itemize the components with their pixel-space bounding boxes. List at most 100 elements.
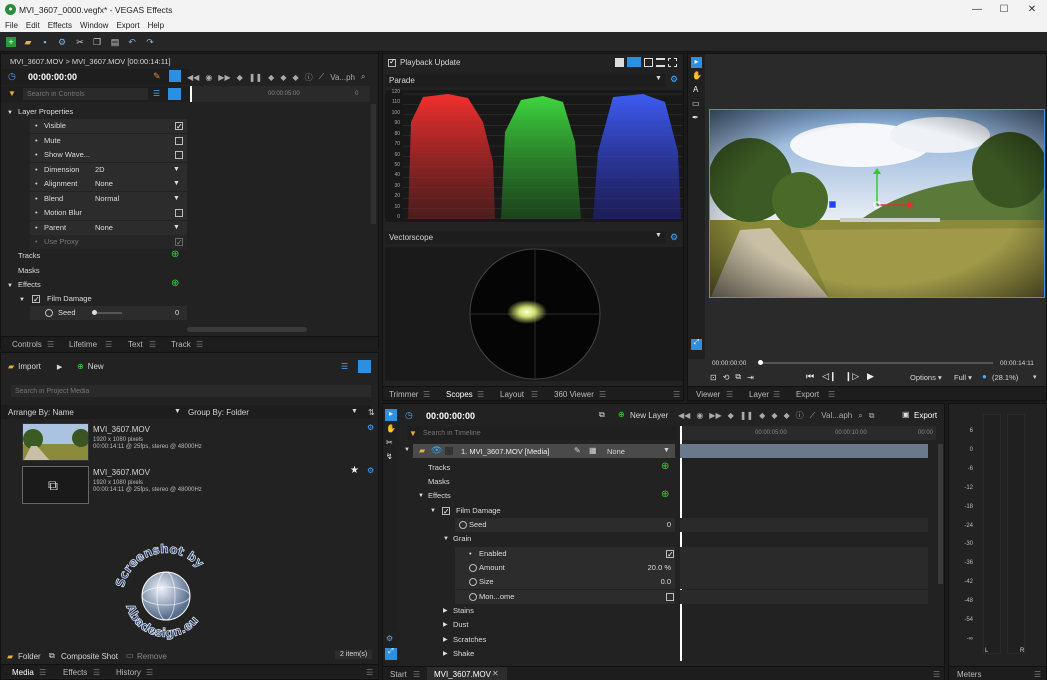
timeline-playhead[interactable] <box>680 426 682 661</box>
seed-keyframe-icon[interactable] <box>45 309 53 317</box>
expand-icon[interactable]: ▼ <box>443 532 449 546</box>
hand-tool-icon[interactable]: ✋ <box>386 424 396 433</box>
detail-view-icon[interactable] <box>358 360 371 373</box>
timeline-row-masks[interactable]: Masks <box>399 475 675 489</box>
chevron-down-icon[interactable]: ▼ <box>173 192 180 206</box>
zoom-chevron-icon[interactable]: ▾ <box>1033 373 1037 381</box>
select-tool-icon[interactable]: ▸ <box>691 57 702 68</box>
menu-edit[interactable]: Edit <box>26 21 40 30</box>
loop-icon[interactable]: ⟲ <box>723 373 730 382</box>
layer-fx-icon[interactable]: ▦ <box>589 446 597 455</box>
layer-row[interactable]: ▼ ▰ 👁 1. MVI_3607.MOV [Media] ✎ ▦ None ▼ <box>404 444 675 458</box>
layer-blend-select[interactable]: None <box>607 447 625 456</box>
parade-select[interactable]: Parade ▼ <box>385 74 665 87</box>
list-view-icon[interactable]: ☰ <box>341 362 348 371</box>
zoom-icon[interactable]: ⌕ <box>361 72 365 82</box>
media-item-settings-icon[interactable]: ⚙ <box>367 466 374 475</box>
play-icon[interactable]: ▶ <box>867 371 874 382</box>
timeline-row-seed[interactable]: Seed 0 <box>455 518 675 532</box>
open-folder-icon[interactable]: ▰ <box>23 37 33 47</box>
diamond-icon[interactable]: ◆ <box>237 73 243 82</box>
info-icon[interactable]: ⓘ <box>796 410 804 421</box>
diamond-icon[interactable]: ◆ <box>728 411 734 420</box>
timeline-search-input[interactable] <box>423 427 673 439</box>
timeline-timecode[interactable]: 00:00:00:00 <box>426 411 475 421</box>
quality-menu[interactable]: Full ▾ <box>954 373 972 382</box>
keyframe-track[interactable] <box>680 547 928 561</box>
panel-toggle-icon[interactable] <box>169 70 181 82</box>
property-row-5[interactable]: • Blend Normal ▼ <box>30 191 187 206</box>
chevron-down-icon[interactable]: ▼ <box>173 163 180 177</box>
pause-icon[interactable]: ❚❚ <box>249 73 262 82</box>
enabled-checkbox[interactable] <box>666 548 674 562</box>
sort-icon[interactable]: ⇅ <box>368 408 375 417</box>
tab-trimmer[interactable]: Trimmer <box>389 390 418 399</box>
favorite-star-icon[interactable]: ★ <box>350 465 359 476</box>
viewer-scrubber-handle[interactable] <box>758 360 763 365</box>
menu-window[interactable]: Window <box>80 21 108 30</box>
seed-row[interactable]: Seed 0 <box>30 306 187 320</box>
layout-quad-icon[interactable] <box>668 57 677 67</box>
film-damage-checkbox[interactable] <box>32 293 40 307</box>
play-pause-icon[interactable]: ❙▷ <box>845 371 859 382</box>
keyframe-toggle-icon[interactable] <box>469 578 477 586</box>
new-layer-button[interactable]: New Layer <box>630 411 668 420</box>
tab-media[interactable]: Media <box>12 668 34 677</box>
composite-shot-button[interactable]: Composite Shot <box>61 652 118 661</box>
chevron-down-icon[interactable]: ▼ <box>173 177 180 191</box>
add-tracks-icon[interactable]: ⊕ <box>661 461 669 472</box>
property-select[interactable]: Normal <box>95 192 119 206</box>
expand-icon[interactable]: ▼ <box>430 504 436 518</box>
controls-timecode[interactable]: 00:00:00:00 <box>28 72 77 82</box>
diamond-icon[interactable]: ◆ <box>783 411 789 420</box>
chevron-down-icon[interactable]: ▼ <box>655 232 662 239</box>
timeline-row-film-damage[interactable]: ▼ Film Damage <box>399 504 675 519</box>
prev-keyframe-icon[interactable]: ◀◀ <box>187 73 199 82</box>
tab-text[interactable]: Text <box>128 340 143 349</box>
menu-effects[interactable]: Effects <box>48 21 72 30</box>
composite-thumbnail[interactable]: ⧉ <box>22 466 89 504</box>
keyframe-track[interactable] <box>680 590 928 604</box>
list-view-icon[interactable]: ☰ <box>153 89 160 98</box>
property-row-2[interactable]: • Show Wave... <box>30 148 187 162</box>
paste-icon[interactable]: ▤ <box>110 37 120 47</box>
timeline-row-mono[interactable]: Mon...ome <box>455 590 675 604</box>
tab-track[interactable]: Track <box>171 340 191 349</box>
chevron-down-icon[interactable]: ▼ <box>655 75 662 82</box>
timeline-row-grain[interactable]: ▼ Grain <box>399 532 675 546</box>
graph-icon[interactable]: ⟋ <box>810 411 816 421</box>
close-tab-icon[interactable]: ✕ <box>492 669 499 678</box>
export-button[interactable]: Export <box>914 411 937 420</box>
tab-lifetime[interactable]: Lifetime <box>69 340 97 349</box>
group-by-select[interactable]: Group By: Folder <box>188 408 249 417</box>
prev-keyframe-icon[interactable]: ◀◀ <box>678 411 690 420</box>
timeline-row-shake[interactable]: ▶ Shake <box>399 647 675 661</box>
chevron-down-icon[interactable]: ▼ <box>173 221 180 235</box>
timeline-ruler[interactable]: 00:00:05:00 00:00:10:00 00:00 <box>680 426 936 440</box>
arrange-by-select[interactable]: Arrange By: Name <box>8 408 74 417</box>
playback-update-checkbox[interactable] <box>388 57 396 67</box>
pen-tool-icon[interactable]: ✒ <box>692 113 699 122</box>
tab-mvi-3607[interactable]: MVI_3607.MOV <box>434 670 491 679</box>
keyframe-track[interactable] <box>680 561 928 575</box>
timeline-row-tracks[interactable]: Tracks <box>399 461 675 475</box>
vectorscope-settings-gear-icon[interactable]: ⚙ <box>670 232 678 243</box>
timeline-row-scratches[interactable]: ▶ Scratches <box>399 633 675 647</box>
expand-icon[interactable]: ▶ <box>443 604 448 618</box>
new-project-icon[interactable]: + <box>6 37 16 47</box>
media-thumbnail[interactable] <box>22 423 89 461</box>
video-preview[interactable] <box>709 109 1045 298</box>
keyframe-toggle-icon[interactable] <box>469 564 477 572</box>
keyframe-toggle-icon[interactable] <box>469 593 477 601</box>
graph-label[interactable]: Val...aph <box>821 411 852 420</box>
expand-all-icon[interactable] <box>168 88 181 100</box>
overlay-icon[interactable]: ⧉ <box>735 372 741 382</box>
menu-export[interactable]: Export <box>116 21 139 30</box>
new-button[interactable]: ⊕ New <box>77 362 104 371</box>
property-row-7[interactable]: • Parent None ▼ <box>30 220 187 235</box>
filter-icon[interactable]: ▼ <box>409 429 417 438</box>
add-effect-icon[interactable]: ⊕ <box>171 278 179 289</box>
expand-icon[interactable]: ▼ <box>418 489 424 503</box>
property-checkbox[interactable] <box>175 236 183 250</box>
next-keyframe-icon[interactable]: ▶▶ <box>218 73 230 82</box>
